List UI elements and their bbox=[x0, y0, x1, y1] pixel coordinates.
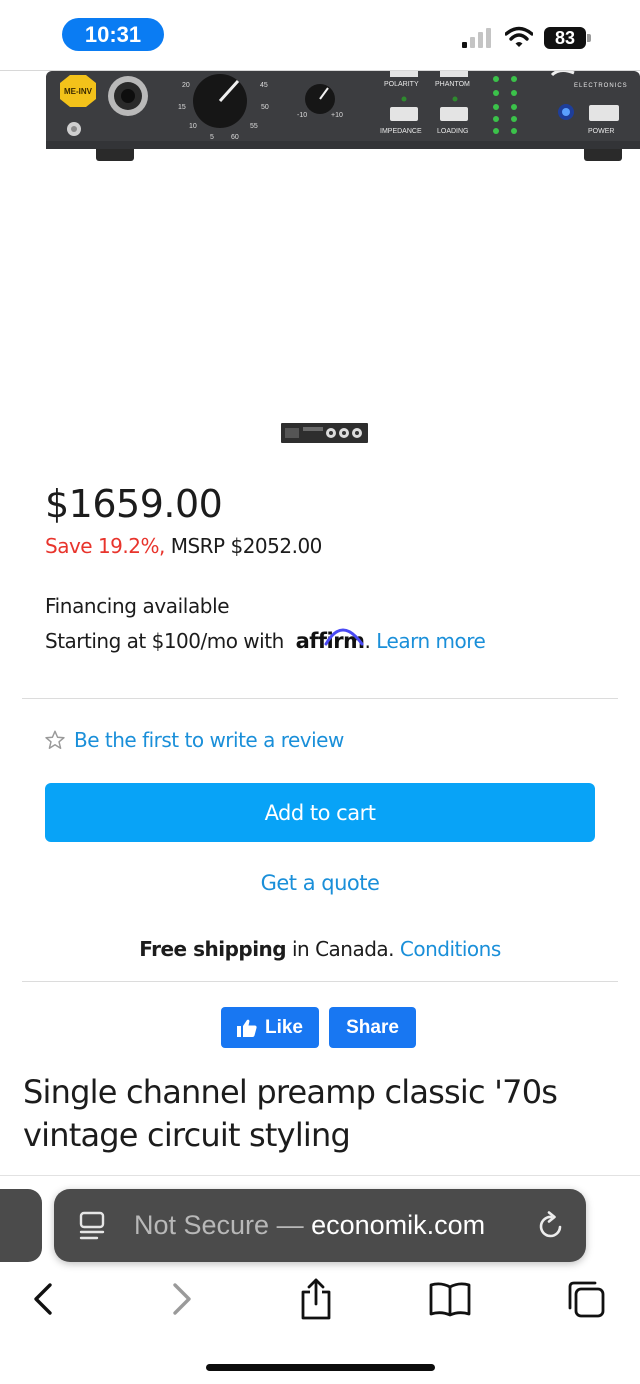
scale-60: 60 bbox=[231, 134, 239, 141]
conditions-link[interactable]: Conditions bbox=[400, 937, 501, 961]
status-divider bbox=[0, 70, 640, 71]
scale-15: 15 bbox=[178, 104, 186, 111]
scale-5: 5 bbox=[210, 134, 214, 141]
not-secure-label: Not Secure — bbox=[134, 1210, 312, 1240]
forward-button[interactable] bbox=[159, 1276, 205, 1322]
add-to-cart-button[interactable]: Add to cart bbox=[45, 783, 595, 842]
reload-icon[interactable] bbox=[536, 1211, 566, 1241]
get-quote-link[interactable]: Get a quote bbox=[0, 871, 640, 895]
home-indicator bbox=[206, 1364, 435, 1371]
chevron-left-icon bbox=[34, 1283, 52, 1315]
wifi-icon bbox=[505, 26, 533, 47]
previous-tab-pill[interactable] bbox=[0, 1189, 42, 1262]
product-image[interactable]: ME-INV 20 45 15 50 10 55 5 60 -10 +10 PO… bbox=[0, 71, 640, 171]
scale-55: 55 bbox=[250, 123, 258, 130]
battery-tip bbox=[587, 34, 591, 42]
preamp-front-panel: ME-INV 20 45 15 50 10 55 5 60 -10 +10 PO… bbox=[46, 71, 640, 161]
logo-badge-text: ME-INV bbox=[64, 87, 93, 96]
battery-level: 83 bbox=[544, 27, 586, 49]
divider-2 bbox=[22, 981, 618, 982]
financing-starting: Starting at $100/mo with bbox=[45, 629, 290, 653]
address-bar[interactable]: Not Secure — economik.com bbox=[54, 1189, 586, 1262]
url-domain: economik.com bbox=[311, 1210, 486, 1240]
product-thumbnail[interactable] bbox=[281, 423, 368, 443]
battery-icon: 83 bbox=[544, 27, 592, 49]
affirm-logo: affirm bbox=[296, 628, 365, 653]
share-button[interactable] bbox=[293, 1276, 339, 1322]
back-button[interactable] bbox=[20, 1276, 66, 1322]
msrp-price: MSRP $2052.00 bbox=[164, 534, 323, 558]
thumbs-up-icon bbox=[236, 1019, 257, 1037]
divider-1 bbox=[22, 698, 618, 699]
book-icon bbox=[429, 1282, 471, 1317]
savings-line: Save 19.2%, MSRP $2052.00 bbox=[45, 534, 322, 558]
signal-icon bbox=[462, 28, 491, 48]
scale-45: 45 bbox=[260, 82, 268, 89]
scale-10: 10 bbox=[189, 123, 197, 130]
status-time: 10:31 bbox=[62, 18, 164, 51]
shipping-region: in Canada. bbox=[286, 937, 400, 961]
review-row[interactable]: Be the first to write a review bbox=[44, 728, 344, 752]
free-shipping-label: Free shipping bbox=[139, 937, 287, 961]
brand-fragment: ELECTRONICS bbox=[574, 83, 628, 89]
product-headline: Single channel preamp classic '70s vinta… bbox=[23, 1073, 558, 1154]
label-impedance: IMPEDANCE bbox=[380, 128, 422, 135]
chevron-right-icon bbox=[173, 1283, 191, 1315]
shipping-info: Free shipping in Canada. Conditions bbox=[0, 937, 640, 961]
scale-plus10: +10 bbox=[331, 112, 343, 119]
status-bar: 10:31 83 bbox=[0, 0, 640, 70]
label-phantom: PHANTOM bbox=[435, 81, 470, 88]
facebook-share-button[interactable]: Share bbox=[329, 1007, 416, 1048]
scale-minus10: -10 bbox=[297, 112, 307, 119]
learn-more-link[interactable]: Learn more bbox=[370, 629, 486, 653]
page-menu-icon[interactable] bbox=[78, 1211, 106, 1241]
bookmarks-button[interactable] bbox=[427, 1276, 473, 1322]
affirm-arc-icon bbox=[324, 628, 364, 646]
financing-title: Financing available bbox=[45, 594, 230, 618]
scale-50: 50 bbox=[261, 104, 269, 111]
financing-line: Starting at $100/mo with affirm . Learn … bbox=[45, 628, 486, 653]
like-label: Like bbox=[264, 1016, 304, 1038]
facebook-like-button[interactable]: Like bbox=[221, 1007, 319, 1048]
tabs-button[interactable] bbox=[563, 1276, 609, 1322]
label-loading: LOADING bbox=[437, 128, 469, 135]
url-text[interactable]: Not Secure — economik.com bbox=[134, 1189, 485, 1262]
label-polarity: POLARITY bbox=[384, 81, 419, 88]
label-power: POWER bbox=[588, 128, 614, 135]
star-icon bbox=[45, 730, 65, 749]
tabs-icon bbox=[568, 1281, 605, 1318]
share-icon bbox=[301, 1278, 331, 1320]
write-review-link[interactable]: Be the first to write a review bbox=[74, 728, 344, 752]
product-price: $1659.00 bbox=[45, 482, 223, 526]
savings-percent: Save 19.2%, bbox=[45, 534, 165, 558]
scale-20: 20 bbox=[182, 82, 190, 89]
